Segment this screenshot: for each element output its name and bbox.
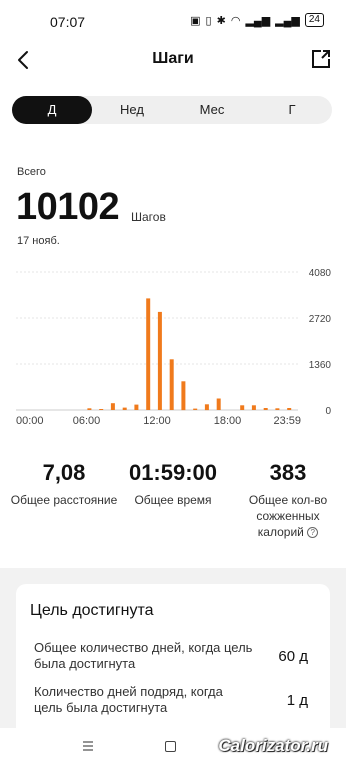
goal-row-streak: Количество дней подряд, когда цель была … — [34, 684, 314, 716]
x-tick-label: 06:00 — [73, 415, 101, 427]
period-tabs: Д Нед Мес Г — [12, 96, 332, 124]
info-icon[interactable]: ? — [307, 527, 319, 538]
chart-bar — [263, 408, 268, 410]
stat-time-label: Общее время — [134, 493, 212, 507]
chart-bar — [240, 405, 245, 410]
y-tick-label: 1360 — [309, 360, 332, 371]
chart-bar — [181, 381, 186, 411]
status-icons: ▣ ▯ ✱ ◠ ▂▄▆ ▂▄▆ 24 — [190, 13, 324, 27]
stat-distance: 7,08 Общее расстояние — [0, 460, 128, 508]
stat-calories: 383 Общее кол-во сожженных калорий ? — [236, 460, 340, 540]
x-tick-label: 23:59 — [273, 415, 301, 427]
chart-bar — [193, 408, 198, 410]
chart-bar — [134, 404, 139, 410]
chart-bar — [251, 405, 256, 410]
goal-row-total: Общее количество дней, когда цель была д… — [34, 640, 314, 672]
chart-bar — [216, 398, 221, 410]
signal-icon: ▂▄▆ — [245, 14, 271, 27]
chart-bar — [146, 298, 151, 410]
goal-row-total-value: 60 д — [278, 648, 308, 665]
menu-icon[interactable] — [82, 740, 94, 752]
chart-bar — [157, 311, 162, 410]
x-tick-label: 18:00 — [214, 415, 242, 427]
stats-row: 7,08 Общее расстояние 01:59:00 Общее вре… — [0, 460, 346, 540]
stat-calories-value: 383 — [269, 460, 307, 485]
page-title: Шаги — [152, 50, 194, 67]
chart-bar — [99, 409, 104, 410]
chart-bar — [110, 403, 115, 410]
x-tick-label: 00:00 — [16, 415, 44, 427]
chart-bar — [275, 408, 280, 410]
x-tick-label: 12:00 — [143, 415, 171, 427]
battery-icon: 24 — [304, 13, 324, 27]
chart-bar — [204, 404, 209, 411]
header: Шаги — [0, 40, 346, 80]
stat-time-value: 01:59:00 — [128, 460, 218, 485]
goal-row-streak-label: Количество дней подряд, когда цель была … — [34, 684, 223, 715]
signal-icon: ▂▄▆ — [275, 14, 300, 27]
wifi-icon: ◠ — [230, 14, 241, 27]
share-icon[interactable] — [310, 48, 332, 70]
stat-time: 01:59:00 Общее время — [118, 460, 228, 508]
total-label: Всего — [17, 166, 46, 178]
goal-row-streak-value: 1 д — [286, 692, 308, 709]
chart-bar — [122, 407, 127, 410]
tab-year[interactable]: Г — [252, 96, 332, 124]
goal-row-total-label: Общее количество дней, когда цель была д… — [34, 640, 253, 671]
total-steps-value: 10102 — [16, 186, 120, 228]
chart-bar — [169, 359, 174, 410]
y-tick-label: 0 — [325, 406, 331, 417]
goal-section: Цель достигнута Общее количество дней, к… — [0, 568, 346, 728]
stat-distance-value: 7,08 — [42, 460, 86, 485]
steps-chart: 0 1360 2720 4080 00:00 06:00 12:00 18:00 23:59 — [16, 268, 332, 427]
y-tick-label: 4080 — [309, 268, 332, 279]
tab-day[interactable]: Д — [12, 96, 92, 124]
tab-month[interactable]: Мес — [172, 96, 252, 124]
status-time: 07:07 — [50, 14, 86, 30]
total-steps-unit: Шагов — [131, 210, 166, 224]
chart-bar — [87, 408, 92, 410]
watermark-logo: Calorizator.ru — [218, 736, 328, 755]
system-nav-bar: Calorizator.ru — [0, 728, 346, 768]
stat-calories-label-wrap: Общее кол-во сожженных калорий ? — [236, 492, 340, 540]
nfc-icon: ▣ — [190, 14, 201, 27]
chart-bar — [287, 408, 292, 410]
status-bar: 07:07 ▣ ▯ ✱ ◠ ▂▄▆ ▂▄▆ 24 — [0, 0, 346, 40]
bluetooth-icon: ✱ — [216, 14, 226, 27]
goal-title: Цель достигнута — [30, 602, 154, 619]
goal-card: Цель достигнута Общее количество дней, к… — [16, 584, 330, 728]
home-button[interactable] — [165, 741, 176, 752]
stat-distance-label: Общее расстояние — [10, 493, 118, 507]
y-tick-label: 2720 — [309, 314, 332, 325]
summary-date: 17 нояб. — [17, 235, 60, 247]
tab-week[interactable]: Нед — [92, 96, 172, 124]
vibrate-icon: ▯ — [205, 14, 212, 27]
